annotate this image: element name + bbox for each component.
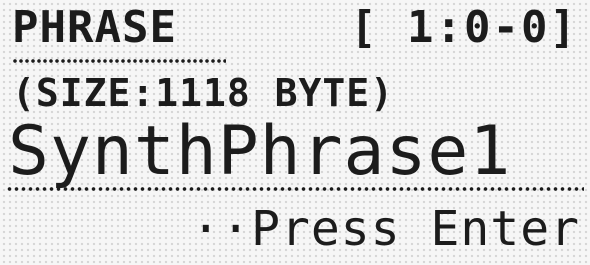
dotted-separator [6, 186, 584, 192]
lcd-display: PHRASE [ 1:0-0] (SIZE:1118 BYTE) SynthPh… [0, 0, 590, 265]
mode-title: PHRASE [12, 2, 177, 53]
phrase-name: SynthPhrase1 [8, 112, 512, 191]
press-enter-prompt: ··Press Enter [191, 201, 580, 257]
size-info: (SIZE:1118 BYTE) [12, 71, 395, 115]
title-underline [12, 58, 226, 64]
position-readout: [ 1:0-0] [350, 2, 578, 53]
